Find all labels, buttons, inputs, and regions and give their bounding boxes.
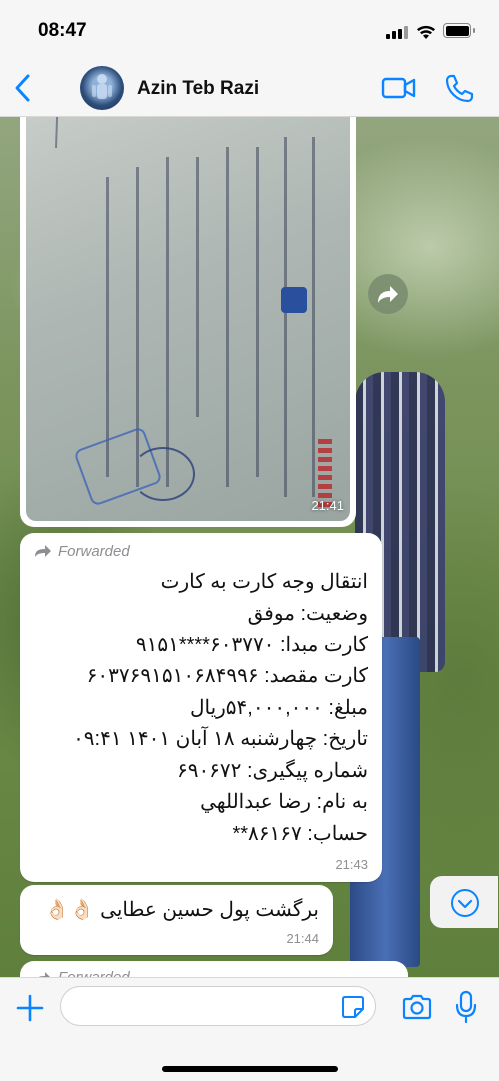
message-date-line[interactable]: تاریخ: چهارشنبه ۱۸ آبان ۱۴۰۱ ۰۹:۴۱ bbox=[73, 726, 368, 751]
text-message-bubble[interactable]: Forwarded انتقال وجه کارت به کارت وضعیت:… bbox=[20, 533, 382, 882]
camera-icon[interactable] bbox=[401, 994, 433, 1020]
forwarded-label: Forwarded bbox=[58, 543, 130, 560]
message-line: کارت مقصد: ۶۰۳۷۶۹۱۵۱۰۶۸۴۹۹۶ bbox=[86, 665, 368, 687]
receipt-photo[interactable] bbox=[26, 117, 350, 521]
message-time: 21:41 bbox=[311, 498, 344, 513]
message-input-bar bbox=[0, 977, 499, 1081]
message-line: وضعیت: موفق bbox=[247, 603, 368, 625]
bank-logo bbox=[281, 287, 307, 313]
sticker-icon[interactable] bbox=[340, 994, 366, 1020]
scroll-down-button[interactable] bbox=[430, 876, 498, 928]
plus-icon[interactable] bbox=[14, 992, 46, 1024]
text-message-bubble[interactable]: برگشت پول حسین عطایی 👌🏻👌🏻 21:44 bbox=[20, 885, 333, 955]
chat-header: Azin Teb Razi bbox=[0, 62, 499, 117]
video-camera-icon[interactable] bbox=[380, 74, 418, 102]
forwarded-icon bbox=[35, 545, 51, 557]
battery-icon bbox=[443, 23, 471, 38]
image-message-bubble[interactable]: 21:41 bbox=[20, 117, 356, 527]
wifi-icon bbox=[417, 25, 435, 39]
chat-name[interactable]: Azin Teb Razi bbox=[137, 78, 259, 100]
forward-icon[interactable] bbox=[368, 274, 408, 314]
battery-tip bbox=[473, 28, 475, 33]
message-line: به نام: رضا عبداللهي bbox=[200, 791, 368, 813]
message-line: کارت مبدا: ۶۰۳۷۷۰****۹۱۵۱ bbox=[135, 634, 368, 656]
status-bar: 08:47 bbox=[0, 0, 499, 62]
message-time: 21:44 bbox=[286, 931, 319, 946]
message-line: شماره پیگیری: ۶۹۰۶۷۲ bbox=[176, 760, 368, 782]
chevron-left-icon[interactable] bbox=[10, 70, 36, 106]
signal-icon bbox=[386, 26, 408, 39]
chevron-down-circle-icon bbox=[451, 889, 479, 917]
message-time: 21:43 bbox=[335, 857, 368, 872]
phone-icon[interactable] bbox=[442, 72, 476, 106]
message-text: برگشت پول حسین عطایی 👌🏻👌🏻 bbox=[44, 899, 319, 921]
message-line: مبلغ: ۵۴,۰۰۰,۰۰۰ریال bbox=[189, 697, 368, 719]
signature bbox=[131, 447, 195, 501]
message-line: انتقال وجه کارت به کارت bbox=[160, 571, 368, 593]
red-number bbox=[318, 437, 332, 507]
message-input[interactable] bbox=[60, 986, 376, 1026]
status-time: 08:47 bbox=[38, 20, 87, 41]
message-line: حساب: ۸۶۱۶۷** bbox=[232, 823, 368, 845]
avatar[interactable] bbox=[80, 66, 124, 110]
home-indicator bbox=[162, 1066, 338, 1072]
microphone-icon[interactable] bbox=[453, 990, 479, 1024]
